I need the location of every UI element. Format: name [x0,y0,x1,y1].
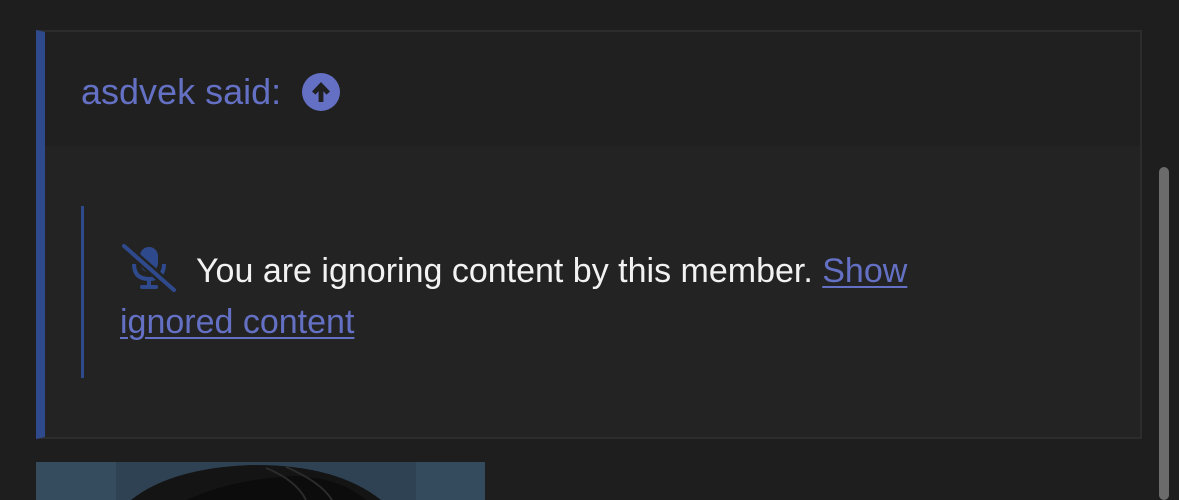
quote-header: asdvek said: [45,32,1140,146]
ignored-content-message: You are ignoring content by this member. [196,252,813,290]
scrollbar[interactable] [1159,167,1169,500]
attached-image[interactable] [36,462,485,500]
show-ignored-link-text-2: ignored content [120,303,355,341]
page: asdvek said: You are ignoring content by… [0,0,1179,500]
microphone-slash-icon [120,244,178,292]
quote-author-label: asdvek said: [81,71,282,112]
quote-block: asdvek said: You are ignoring content by… [36,30,1142,439]
ignored-content-notice: You are ignoring content by this member.… [81,206,1081,378]
arrow-circle-up-icon[interactable] [302,73,341,111]
ignored-content-text: You are ignoring content by this member.… [120,244,1000,348]
quote-author-link[interactable]: asdvek said: [81,70,341,114]
show-ignored-link-text-1: Show [822,252,908,290]
